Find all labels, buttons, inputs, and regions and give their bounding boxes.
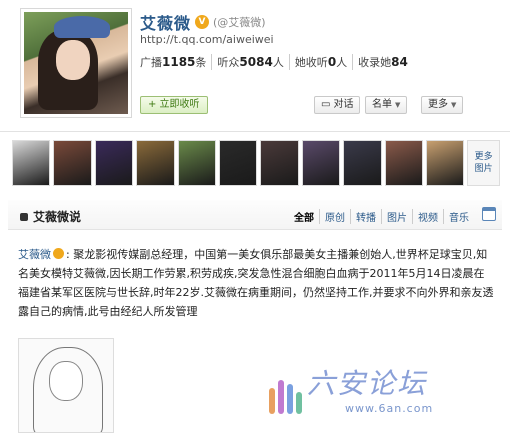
gallery-thumbnail[interactable] — [12, 140, 51, 186]
post-image[interactable] — [18, 338, 114, 433]
gallery-thumbnail[interactable] — [94, 140, 134, 186]
gallery-thumbnail[interactable] — [218, 140, 258, 186]
post-body: 艾薇微: 聚龙影视传媒副总经理，中国第一美女俱乐部最美女主播兼创始人,世界杯足球… — [18, 245, 494, 321]
profile-name: 艾薇微 — [140, 14, 192, 33]
chat-icon: ▭ — [321, 99, 331, 110]
feed-filter-tabs: 全部 原创 转播 图片 视频 音乐 — [289, 209, 474, 224]
more-photos-button[interactable]: 更多 图片 — [467, 140, 500, 186]
photo-gallery: 更多 图片 — [12, 140, 500, 188]
gallery-thumbnail[interactable] — [384, 140, 423, 186]
chat-button[interactable]: ▭ 对话 — [314, 96, 361, 114]
avatar-image — [24, 12, 128, 114]
more-button[interactable]: 更多 ▼ — [421, 96, 464, 114]
watermark-url: www.6an.com — [345, 402, 434, 415]
gallery-thumbnail[interactable] — [260, 140, 299, 186]
vip-badge-icon — [53, 248, 64, 259]
gallery-thumbnail[interactable] — [136, 140, 175, 186]
feed-title-icon — [20, 212, 28, 221]
feed-tabs-bar: 艾薇微说 全部 原创 转播 图片 视频 音乐 — [8, 200, 502, 230]
watermark-stroke — [287, 384, 293, 414]
tab-music[interactable]: 音乐 — [443, 209, 474, 224]
profile-stats: 广播1185条 听众5084人 她收听0人 收录她84 — [140, 54, 413, 70]
profile-url[interactable]: http://t.qq.com/aiweiwei — [140, 33, 274, 46]
post-text: : 聚龙影视传媒副总经理，中国第一美女俱乐部最美女主播兼创始人,世界杯足球宝贝,… — [18, 248, 494, 318]
tab-rebroadcast[interactable]: 转播 — [350, 209, 381, 224]
feed-title: 艾薇微说 — [20, 208, 81, 225]
stat-listeners[interactable]: 听众5084人 — [211, 54, 288, 70]
chevron-down-icon: ▼ — [395, 101, 401, 109]
divider — [0, 131, 510, 132]
gallery-thumbnail[interactable] — [177, 140, 216, 186]
watermark-stroke — [278, 380, 284, 414]
gallery-thumbnail[interactable] — [343, 140, 382, 186]
follow-button[interactable]: + 立即收听 — [140, 96, 208, 114]
watermark-stroke — [269, 388, 275, 414]
gallery-thumbnail[interactable] — [301, 140, 341, 186]
tab-video[interactable]: 视频 — [412, 209, 443, 224]
tab-images[interactable]: 图片 — [381, 209, 412, 224]
stat-listed[interactable]: 收录她84 — [352, 54, 413, 70]
profile-handle: (@艾薇微) — [213, 16, 266, 29]
stat-broadcasts[interactable]: 广播1185条 — [140, 54, 211, 70]
stat-following[interactable]: 她收听0人 — [288, 54, 352, 70]
tab-all[interactable]: 全部 — [289, 209, 319, 224]
watermark-logo: 六安论坛 www.6an.com — [265, 358, 490, 422]
gallery-thumbnail[interactable] — [53, 140, 92, 186]
chevron-down-icon: ▼ — [451, 101, 457, 109]
watermark-title: 六安论坛 — [307, 367, 428, 400]
watermark-stroke — [296, 392, 302, 414]
gallery-thumbnail[interactable] — [425, 140, 465, 186]
calendar-icon[interactable] — [482, 207, 496, 221]
list-button[interactable]: 名单 ▼ — [365, 96, 408, 114]
avatar[interactable] — [20, 8, 132, 118]
vip-badge-icon: V — [195, 15, 210, 29]
post-author[interactable]: 艾薇微 — [18, 248, 51, 261]
name-row: 艾薇微 V (@艾薇微) — [140, 10, 266, 34]
profile-header: 艾薇微 V (@艾薇微) http://t.qq.com/aiweiwei 广播… — [0, 0, 510, 128]
tab-original[interactable]: 原创 — [319, 209, 350, 224]
